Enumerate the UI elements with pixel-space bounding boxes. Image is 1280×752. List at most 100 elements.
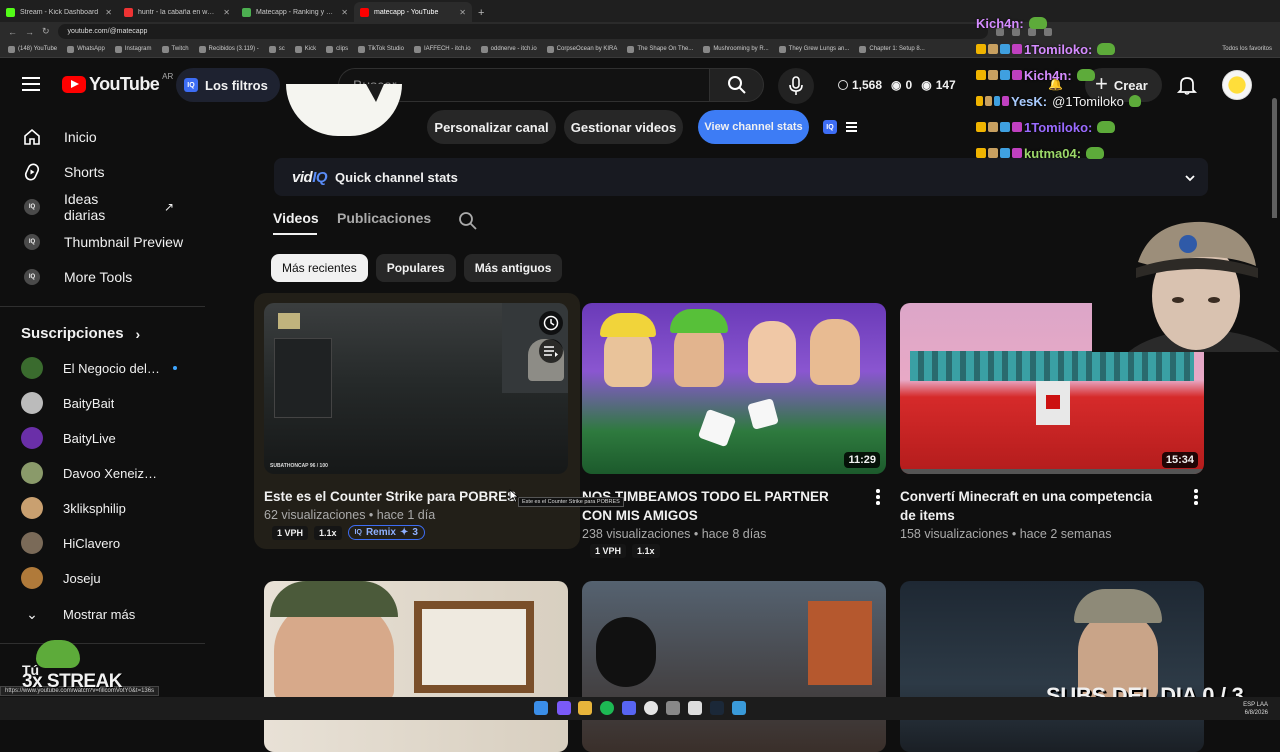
back-icon[interactable]: ← xyxy=(8,27,17,37)
steam-icon[interactable] xyxy=(710,701,724,715)
channel-search-icon[interactable] xyxy=(458,211,478,231)
address-bar[interactable]: youtube.com/@matecapp xyxy=(57,24,988,39)
bookmark-item[interactable]: Recibidos (3.119) - xyxy=(198,45,259,53)
browser-tab-matecapp-ranking[interactable]: Matecapp - Ranking y Racha d ✕ xyxy=(236,2,354,22)
app-icon[interactable] xyxy=(557,701,571,715)
manage-videos-button[interactable]: Gestionar videos xyxy=(564,110,683,144)
bookmark-item[interactable]: Chapter 1: Setup 8... xyxy=(859,45,925,53)
bookmark-item[interactable]: IAFFECH - itch.io xyxy=(413,45,471,53)
close-icon[interactable]: ✕ xyxy=(341,8,348,17)
view-channel-stats-button[interactable]: View channel stats xyxy=(698,110,809,144)
page-scrollbar[interactable] xyxy=(1272,98,1277,226)
video-thumbnail[interactable] xyxy=(900,581,1204,752)
tab-videos[interactable]: Videos xyxy=(273,210,319,226)
app-icon[interactable] xyxy=(688,701,702,715)
app-icon[interactable] xyxy=(666,701,680,715)
external-link-icon: ↗ xyxy=(163,200,174,214)
bookmark-item[interactable]: sc xyxy=(268,45,285,53)
browser-tab-huntr[interactable]: huntr - la cabaña en wwww ✕ xyxy=(118,2,236,22)
video-card[interactable]: 11:29 NOS TIMBEAMOS TODO EL PARTNER CON … xyxy=(582,303,886,558)
subscription-item[interactable]: El Negocio del F... xyxy=(21,351,206,385)
reload-icon[interactable]: ↻ xyxy=(42,26,50,37)
vidiq-icon[interactable]: IQ xyxy=(823,120,837,134)
video-card[interactable] xyxy=(900,581,1204,752)
chevron-down-icon[interactable] xyxy=(1184,170,1196,188)
browser-tab-kick[interactable]: Stream - Kick Dashboard ✕ xyxy=(0,2,118,22)
subscription-item[interactable]: 3kliksphilip xyxy=(21,491,206,525)
subscription-item[interactable]: Joseju xyxy=(21,561,206,595)
more-options-icon[interactable] xyxy=(1194,489,1198,507)
add-to-queue-button[interactable] xyxy=(539,339,563,363)
youtube-logo[interactable]: YouTube AR xyxy=(62,72,173,95)
discord-icon[interactable] xyxy=(622,701,636,715)
video-thumbnail[interactable]: SUBATHONCAP 96 / 100 xyxy=(264,303,568,474)
channel-avatar[interactable] xyxy=(286,84,402,136)
sidebar-item-shorts[interactable]: Shorts xyxy=(12,155,202,189)
forward-icon[interactable]: → xyxy=(25,27,34,37)
filters-button[interactable]: IQ Los filtros xyxy=(176,68,280,102)
sidebar-item-thumbnail-preview[interactable]: IQ Thumbnail Preview xyxy=(12,225,202,259)
bookmark-item[interactable]: Twitch xyxy=(161,45,189,53)
bookmark-item[interactable]: They Grew Lungs an... xyxy=(778,45,849,53)
video-title[interactable]: Este es el Counter Strike para POBRES xyxy=(264,487,534,506)
file-explorer-icon[interactable] xyxy=(578,701,592,715)
windows-taskbar: ESP LAA 6/8/2026 xyxy=(0,697,1280,720)
tab-publicaciones[interactable]: Publicaciones xyxy=(337,210,431,226)
bookmark-item[interactable]: CorpseOcean by KIRA xyxy=(546,45,617,53)
video-thumbnail[interactable] xyxy=(582,581,886,752)
bookmark-item[interactable]: (148) YouTube xyxy=(8,45,57,53)
video-card[interactable] xyxy=(582,581,886,752)
watch-later-button[interactable] xyxy=(539,311,563,335)
bookmark-item[interactable]: Mushrooming by R... xyxy=(703,45,769,53)
badge-emote-icon xyxy=(1000,44,1010,54)
video-thumbnail[interactable] xyxy=(264,581,568,752)
start-icon[interactable] xyxy=(534,701,548,715)
browser-tab-youtube[interactable]: matecapp - YouTube ✕ xyxy=(354,2,472,22)
more-options-icon[interactable] xyxy=(876,489,880,507)
all-bookmarks[interactable]: Todos los favoritos xyxy=(1222,46,1280,52)
chrome-icon[interactable] xyxy=(644,701,658,715)
spotify-icon[interactable] xyxy=(600,701,614,715)
badge-emote-icon xyxy=(976,44,986,54)
close-icon[interactable]: ✕ xyxy=(105,8,112,17)
video-thumbnail[interactable]: 11:29 xyxy=(582,303,886,474)
bookmark-item[interactable]: clips xyxy=(326,45,348,53)
menu-icon[interactable] xyxy=(22,77,40,91)
chip-mas-recientes[interactable]: Más recientes xyxy=(271,254,368,282)
bookmark-item[interactable]: Kick xyxy=(294,45,316,53)
subscription-item[interactable]: BaityBait xyxy=(21,386,206,420)
voice-search-button[interactable] xyxy=(778,68,814,104)
sidebar-item-ideas-diarias[interactable]: IQ Ideas diarias ↗ xyxy=(12,190,202,224)
remix-button[interactable]: IQ Remix ✦ 3 xyxy=(347,525,425,540)
chat-text: @1Tomiloko xyxy=(1052,93,1124,109)
subscriptions-header[interactable]: Suscripciones › xyxy=(21,325,140,342)
sidebar-item-inicio[interactable]: Inicio xyxy=(12,120,202,154)
bookmark-item[interactable]: WhatsApp xyxy=(67,45,105,53)
chip-populares[interactable]: Populares xyxy=(375,254,456,282)
bookmark-item[interactable]: Instagram xyxy=(114,45,152,53)
close-icon[interactable]: ✕ xyxy=(223,8,230,17)
date-label: 6/8/2026 xyxy=(1244,710,1268,716)
list-menu-icon[interactable] xyxy=(846,122,857,132)
subscription-item[interactable]: BaityLive xyxy=(21,421,206,455)
video-title[interactable]: Convertí Minecraft en una competencia de… xyxy=(900,487,1170,525)
search-button[interactable] xyxy=(709,68,764,102)
video-card[interactable] xyxy=(264,581,568,752)
new-tab-button[interactable]: + xyxy=(472,7,490,22)
customize-channel-button[interactable]: Personalizar canal xyxy=(427,110,556,144)
chip-mas-antiguos[interactable]: Más antiguos xyxy=(463,254,563,282)
subscription-item[interactable]: HiClavero xyxy=(21,526,206,560)
account-avatar[interactable] xyxy=(1222,70,1252,100)
notifications-icon[interactable] xyxy=(1176,74,1198,96)
bookmark-item[interactable]: TikTok Studio xyxy=(358,45,404,53)
subscription-item[interactable]: Davoo Xeneize Plus xyxy=(21,456,206,490)
app-icon[interactable] xyxy=(732,701,746,715)
close-icon[interactable]: ✕ xyxy=(459,8,466,17)
bookmark-item[interactable]: The Shape On The... xyxy=(627,45,693,53)
show-more-button[interactable]: ⌄ Mostrar más xyxy=(21,597,206,631)
thumb-mask xyxy=(808,601,872,685)
bookmark-item[interactable]: oddnerve - itch.io xyxy=(480,45,537,53)
sidebar-item-more-tools[interactable]: IQ More Tools xyxy=(12,260,202,294)
video-views: 158 visualizaciones xyxy=(900,527,1009,541)
streak-overlay: Tú 3x STREAK xyxy=(20,640,130,692)
